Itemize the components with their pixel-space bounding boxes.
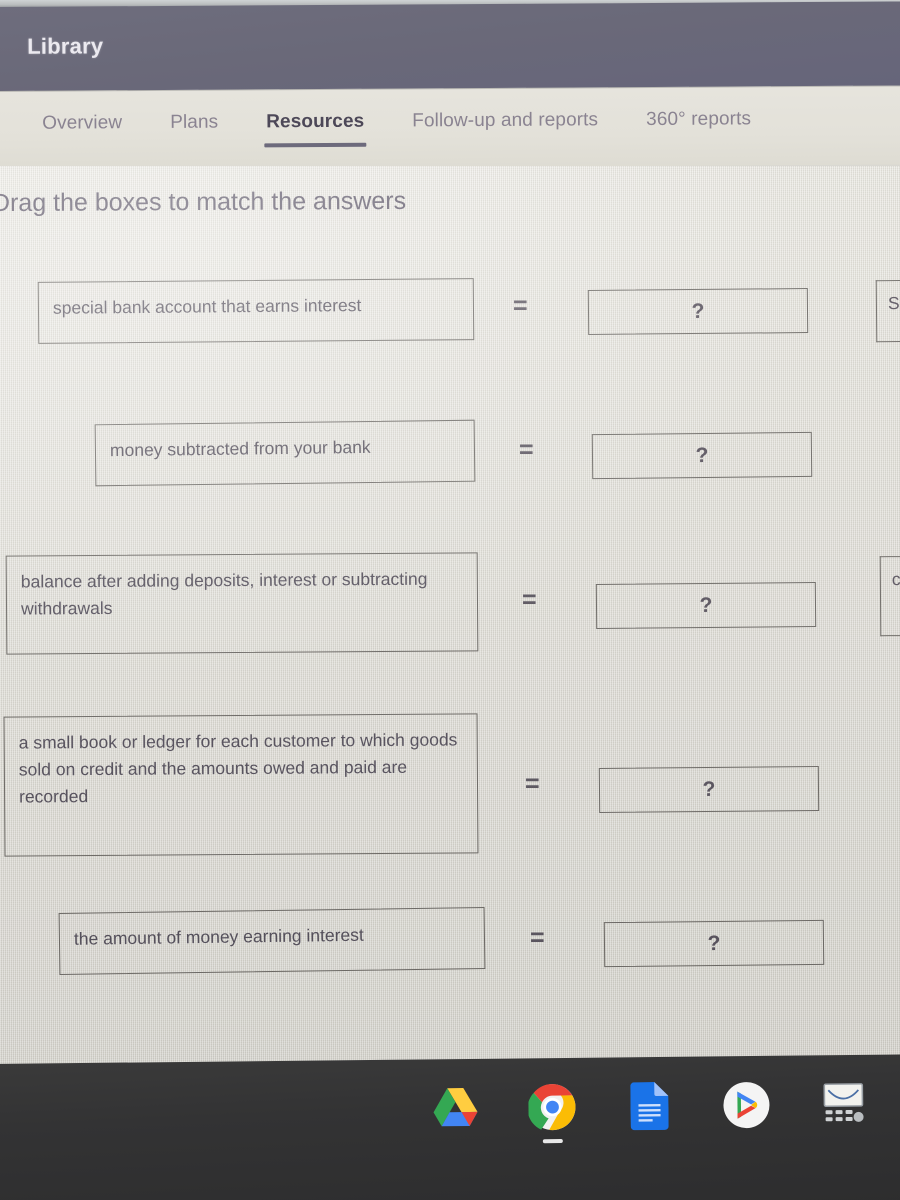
tab-resources[interactable]: Resources [264,105,366,154]
app-header: Library [0,1,900,91]
chrome-icon [528,1084,576,1131]
answer-drop-zone[interactable]: ? [603,919,825,968]
term-box[interactable]: special bank account that earns interest [37,278,475,344]
activity-canvas: Drag the boxes to match the answers spec… [0,166,900,1066]
chromeos-shelf [0,1054,900,1200]
tab-plans[interactable]: Plans [168,106,220,154]
shelf-icon-row [430,1079,869,1144]
tab-follow-up-and-reports[interactable]: Follow-up and reports [410,103,600,152]
calculator-icon [823,1083,864,1122]
answer-drop-zone[interactable]: ? [595,582,817,629]
answer-drop-zone[interactable]: ? [598,766,820,813]
google-drive-icon [433,1088,478,1127]
answer-bank-item[interactable]: c [879,555,900,637]
shelf-app-drive[interactable] [430,1083,481,1134]
page-title: Library [27,33,104,59]
term-box[interactable]: a small book or ledger for each customer… [3,713,479,857]
term-box[interactable]: balance after adding deposits, interest … [5,552,479,655]
answer-bank-item[interactable]: Sa [875,279,900,343]
term-box[interactable]: the amount of money earning interest [58,907,486,975]
shelf-app-play-store[interactable] [721,1080,772,1131]
answer-drop-zone[interactable]: ? [587,288,809,335]
chromebook-screen-photo: Library Overview Plans Resources Follow-… [0,0,900,1200]
google-docs-icon [630,1082,669,1131]
equals-sign: = [513,292,528,320]
shelf-app-calculator[interactable] [818,1079,869,1130]
tab-360-reports[interactable]: 360° reports [644,102,753,151]
term-box[interactable]: money subtracted from your bank [94,419,476,487]
tab-bar: Overview Plans Resources Follow-up and r… [0,86,900,170]
tab-overview[interactable]: Overview [40,106,124,155]
answer-drop-zone[interactable]: ? [591,431,813,480]
play-store-icon [723,1082,770,1129]
equals-sign: = [530,924,545,952]
shelf-app-chrome[interactable] [527,1082,578,1144]
app-running-indicator [542,1139,563,1144]
equals-sign: = [522,586,537,614]
equals-sign: = [519,436,534,464]
activity-instruction: Drag the boxes to match the answers [0,186,407,218]
shelf-app-docs[interactable] [624,1081,675,1132]
equals-sign: = [525,770,540,798]
